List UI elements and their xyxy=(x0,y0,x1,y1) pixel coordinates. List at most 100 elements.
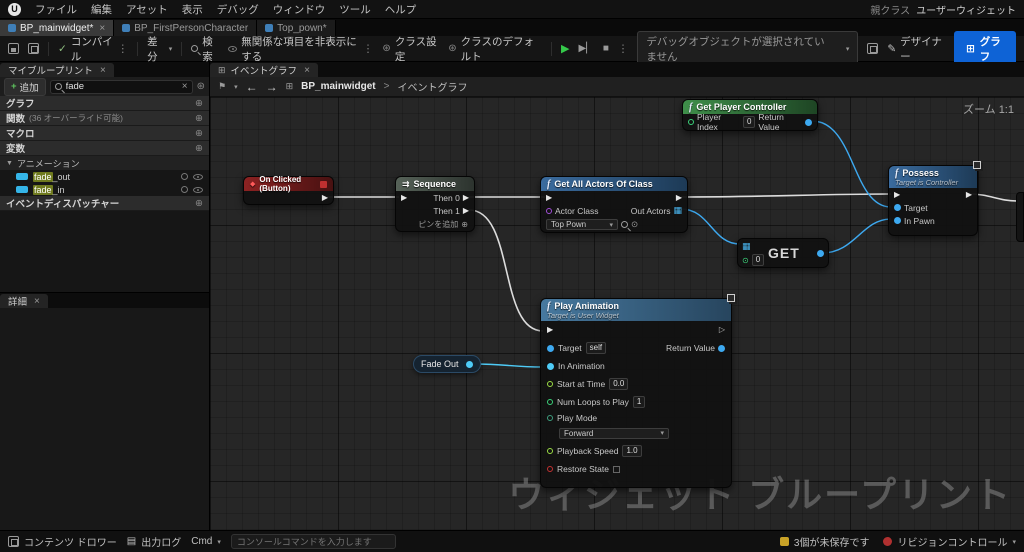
class-settings-button[interactable]: ⊛ クラス設定 xyxy=(382,34,439,64)
hide-unrelated-button[interactable]: 無関係な項目を非表示にする ⋮ xyxy=(228,34,373,64)
variable-fade-out[interactable]: fade_out xyxy=(0,170,209,183)
designer-button[interactable]: ✎ デザイナー xyxy=(887,34,942,64)
array-input-pin[interactable]: ▦ xyxy=(742,242,751,251)
start-value[interactable]: 0.0 xyxy=(609,378,628,390)
category-animations[interactable]: ▼ アニメーション xyxy=(0,156,209,170)
add-dispatcher-icon[interactable]: ⊕ xyxy=(195,198,203,209)
playback-speed-pin[interactable] xyxy=(547,448,553,454)
back-icon[interactable]: ← xyxy=(246,80,258,94)
chevron-down-icon[interactable]: ▾ xyxy=(234,83,238,91)
add-graph-icon[interactable]: ⊕ xyxy=(195,98,203,109)
exec-out-pin[interactable]: ▶ xyxy=(676,194,682,202)
menu-window[interactable]: ウィンドウ xyxy=(273,2,326,17)
forward-icon[interactable]: → xyxy=(266,80,278,94)
index-value[interactable]: 0 xyxy=(752,254,764,266)
play-button[interactable]: ▶ xyxy=(561,42,569,55)
compile-button[interactable]: ✓ コンパイル ⋮ xyxy=(58,34,128,64)
num-loops-pin[interactable] xyxy=(547,399,553,405)
parent-class-link[interactable]: ユーザーウィジェット xyxy=(916,2,1016,17)
menu-file[interactable]: ファイル xyxy=(35,2,77,17)
exec-out-pin[interactable]: ▶ xyxy=(322,194,328,202)
eye-icon[interactable] xyxy=(193,174,203,180)
then0-exec-pin[interactable]: ▶ xyxy=(463,194,469,202)
class-defaults-button[interactable]: ⊛ クラスのデフォルト xyxy=(448,34,542,64)
console-command-box[interactable] xyxy=(231,534,396,549)
output-log-button[interactable]: ▤ 出力ログ xyxy=(127,534,181,549)
menu-edit[interactable]: 編集 xyxy=(91,2,112,17)
exec-in-pin[interactable]: ▶ xyxy=(894,191,900,199)
graph-canvas[interactable]: ズーム 1:1 ウィジェット ブループリント f xyxy=(210,97,1024,530)
add-variable-icon[interactable]: ⊕ xyxy=(195,143,203,154)
play-options-icon[interactable]: ⋮ xyxy=(618,43,629,55)
frame-skip-button[interactable]: ▶▏ xyxy=(578,43,593,54)
console-input[interactable] xyxy=(237,537,390,547)
blueprint-search-box[interactable]: × xyxy=(50,80,193,94)
search-icon[interactable] xyxy=(621,221,628,228)
section-functions[interactable]: 関数 (36 オーバーライド可能) ⊕ xyxy=(0,111,209,126)
section-macros[interactable]: マクロ ⊕ xyxy=(0,126,209,141)
close-icon[interactable]: × xyxy=(99,23,105,34)
bell-icon[interactable] xyxy=(181,186,188,193)
kebab-icon[interactable]: ⋮ xyxy=(363,43,374,55)
diff-button[interactable]: 差分 ▾ xyxy=(147,34,172,64)
index-pin[interactable]: ⊙ xyxy=(742,256,749,265)
target-pin[interactable] xyxy=(547,345,554,352)
exec-in-pin[interactable]: ▶ xyxy=(546,194,552,202)
partial-node[interactable] xyxy=(1016,192,1024,242)
menu-asset[interactable]: アセット xyxy=(126,2,168,17)
node-array-get[interactable]: ▦ ⊙ 0 GET xyxy=(737,238,829,268)
variable-out-pin[interactable] xyxy=(466,361,473,368)
tab-details[interactable]: 詳細 × xyxy=(0,294,48,308)
bell-icon[interactable] xyxy=(181,173,188,180)
node-get-player-controller[interactable]: f Get Player Controller Player Index 0 R… xyxy=(682,99,818,131)
exec-out-pin[interactable]: ▷ xyxy=(719,326,725,334)
node-possess[interactable]: f Possess Target is Controller ▶ ▶ Targe… xyxy=(888,165,978,236)
exec-out-pin[interactable]: ▶ xyxy=(966,191,972,199)
close-icon[interactable]: × xyxy=(34,296,40,307)
content-drawer-button[interactable]: コンテンツ ドロワー xyxy=(8,534,117,549)
section-graphs[interactable]: グラフ ⊕ xyxy=(0,96,209,111)
cmd-dropdown[interactable]: Cmd ▾ xyxy=(191,536,221,547)
clear-search-icon[interactable]: × xyxy=(182,81,188,92)
node-get-all-actors[interactable]: f Get All Actors Of Class ▶ ▶ Actor Clas… xyxy=(540,176,688,233)
settings-gear-icon[interactable]: ⊛ xyxy=(197,81,205,92)
restore-state-checkbox[interactable] xyxy=(613,466,620,473)
close-icon[interactable]: × xyxy=(100,65,106,76)
target-value[interactable]: self xyxy=(586,342,606,354)
then1-exec-pin[interactable]: ▶ xyxy=(463,207,469,215)
class-dropdown[interactable]: Top Pown ▾ xyxy=(546,219,618,230)
array-pin[interactable]: ▦ xyxy=(673,206,682,215)
breadcrumb-current[interactable]: イベントグラフ xyxy=(397,79,467,94)
find-button[interactable]: 検索 xyxy=(191,34,219,64)
close-icon[interactable]: × xyxy=(304,65,310,76)
start-at-time-pin[interactable] xyxy=(547,381,553,387)
breadcrumb-root[interactable]: BP_mainwidget xyxy=(301,81,375,92)
return-value-pin[interactable] xyxy=(718,345,725,352)
compile-options-icon[interactable]: ⋮ xyxy=(118,43,129,55)
node-play-animation[interactable]: f Play Animation Target is User Widget ▶… xyxy=(540,298,732,488)
menu-help[interactable]: ヘルプ xyxy=(385,2,417,17)
add-button[interactable]: + 追加 xyxy=(4,78,46,96)
exec-in-pin[interactable]: ▶ xyxy=(547,326,553,334)
node-sequence[interactable]: ⇉ Sequence ▶ Then 0 ▶ Then 1 ▶ xyxy=(395,176,475,232)
in-animation-pin[interactable] xyxy=(547,363,554,370)
play-mode-dropdown[interactable]: Forward ▾ xyxy=(559,428,669,439)
revision-control-button[interactable]: リビジョンコントロール ▾ xyxy=(883,534,1016,549)
tab-my-blueprint[interactable]: マイブループリント × xyxy=(0,63,114,77)
node-fade-out-variable[interactable]: Fade Out xyxy=(413,355,481,373)
add-pin-button[interactable]: ピンを追加 ⊕ xyxy=(396,217,474,231)
search-input[interactable] xyxy=(66,81,176,92)
node-on-clicked[interactable]: ◆ On Clicked (Button) ▶ xyxy=(243,176,334,205)
stop-button[interactable]: ■ xyxy=(603,43,609,54)
actor-class-pin[interactable] xyxy=(546,208,552,214)
target-pin[interactable] xyxy=(894,204,901,211)
variable-fade-in[interactable]: fade_in xyxy=(0,183,209,196)
browse-icon[interactable] xyxy=(28,43,39,54)
tab-event-graph[interactable]: ⊞ イベントグラフ × xyxy=(210,63,318,77)
in-pawn-pin[interactable] xyxy=(894,217,901,224)
exec-in-pin[interactable]: ▶ xyxy=(401,194,407,202)
unreal-logo-icon[interactable]: U xyxy=(8,3,21,16)
menu-view[interactable]: 表示 xyxy=(182,2,203,17)
add-function-icon[interactable]: ⊕ xyxy=(195,113,203,124)
menu-tools[interactable]: ツール xyxy=(339,2,371,17)
